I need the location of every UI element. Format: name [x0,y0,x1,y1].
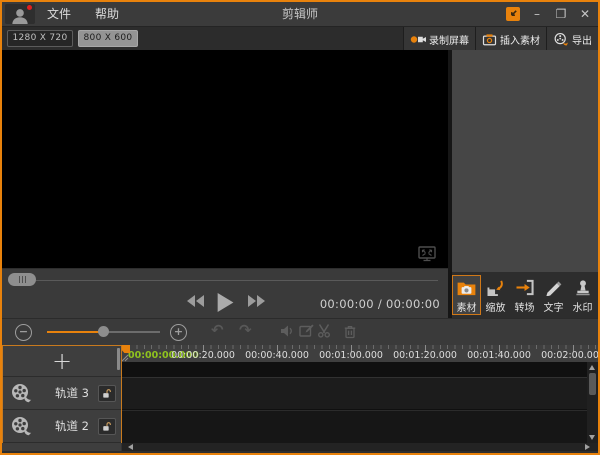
ruler-label: 00:00:40.000 [245,350,309,361]
unlock-icon [102,388,112,399]
time-display: 00:00:00 / 00:00:00 [320,297,440,311]
film-reel-icon [10,383,32,403]
maximize-button[interactable]: ❐ [554,7,568,21]
volume-icon[interactable] [280,324,296,338]
track-label: 轨道 2 [46,418,98,434]
zoom-in-icon[interactable]: + [170,324,187,341]
plus-icon: + [52,348,72,374]
add-track-button[interactable]: + [3,346,121,377]
tab-scale[interactable]: 缩放 [481,275,510,315]
lock-track-button[interactable] [98,385,116,402]
toolbar-actions: 录制屏幕 插入素材 导出 [403,27,598,51]
tab-transition[interactable]: 转场 [510,275,539,315]
scroll-down-icon[interactable] [589,435,595,440]
minimize-button[interactable]: – [530,7,544,21]
insert-material-icon [482,33,497,46]
film-reel-icon [10,416,32,436]
track-panel-footer [2,443,121,451]
watermark-stamp-icon [573,279,593,296]
scroll-right-icon[interactable] [585,444,590,450]
text-pencil-icon [544,279,564,296]
track-row-2[interactable]: 轨道 2 [3,410,121,443]
scroll-up-icon[interactable] [589,365,595,370]
seek-thumb[interactable] [8,273,36,286]
record-screen-label: 录制屏幕 [429,32,469,47]
menu-file[interactable]: 文件 [35,2,83,26]
title-bar: 文件 帮助 剪辑师 – ❐ ✕ [2,2,598,26]
close-button[interactable]: ✕ [578,7,592,21]
ruler-label: 00:01:00.000 [319,350,383,361]
scroll-left-icon[interactable] [128,444,133,450]
unlock-icon [102,421,112,432]
bottom-filler [2,451,598,453]
export-label: 导出 [572,32,592,47]
ruler-corner-grip-icon [121,354,129,362]
cut-icon[interactable] [316,324,332,338]
top-toolbar: 1280 X 720 800 X 600 录制屏幕 插入素材 导出 [2,26,598,50]
resolution-1280x720-button[interactable]: 1280 X 720 [7,30,73,47]
window-controls: – ❐ ✕ [506,2,592,26]
horizontal-scrollbar[interactable] [122,443,598,451]
ruler-label: 00:01:20.000 [393,350,457,361]
undo-icon[interactable]: ↶ [211,321,224,339]
play-icon[interactable] [215,292,235,313]
tab-text[interactable]: 文字 [539,275,568,315]
export-button[interactable]: 导出 [546,27,598,51]
track-list-panel: + 轨道 3 轨道 2 [2,345,122,443]
zoom-slider-thumb[interactable] [98,326,109,337]
record-screen-button[interactable]: 录制屏幕 [403,27,475,51]
timeline-tools-row: − + ↶ ↷ [2,318,598,345]
track-panel-scrollbar[interactable] [117,348,120,370]
transition-icon [515,279,535,296]
lock-track-button[interactable] [98,418,116,435]
rewind-icon[interactable] [185,294,205,308]
tab-watermark-label: 水印 [573,299,593,314]
video-preview [2,50,448,268]
tab-text-label: 文字 [544,299,564,314]
app-window: 文件 帮助 剪辑师 – ❐ ✕ 1280 X 720 800 X 600 录制屏… [0,0,600,455]
seek-track[interactable] [36,280,438,281]
tab-scale-label: 缩放 [486,299,506,314]
pin-window-button[interactable] [506,7,520,21]
tab-transition-label: 转场 [515,299,535,314]
edit-icon[interactable] [299,324,315,338]
tab-material[interactable]: 素材 [452,275,481,315]
app-logo[interactable] [5,4,35,24]
resolution-800x600-button[interactable]: 800 X 600 [78,30,138,47]
zoom-slider-fill [47,331,103,333]
fast-forward-icon[interactable] [247,294,267,308]
track-row-3[interactable]: 轨道 3 [3,377,121,410]
delete-icon[interactable] [343,324,357,339]
vertical-scroll-thumb[interactable] [589,373,596,395]
material-folder-icon [456,280,477,296]
library-tab-bar: 素材 缩放 转场 文字 水印 [452,272,598,318]
redo-icon[interactable]: ↷ [239,321,252,339]
insert-material-label: 插入素材 [500,32,540,47]
export-icon [553,32,569,46]
menu-help[interactable]: 帮助 [83,2,131,26]
record-screen-icon [410,33,426,46]
zoom-out-icon[interactable]: − [15,324,32,341]
zoom-slider-track[interactable] [103,331,160,333]
tab-material-label: 素材 [457,299,477,314]
ruler-label: 00:02:00.000 [541,350,600,361]
scale-icon [486,279,506,296]
track-label: 轨道 3 [46,385,98,401]
notification-dot-icon [27,5,32,10]
tab-watermark[interactable]: 水印 [568,275,597,315]
ruler-label: 00:00:20.000 [171,350,235,361]
seek-bar [2,268,448,290]
insert-material-button[interactable]: 插入素材 [475,27,546,51]
fullscreen-monitor-icon[interactable] [418,246,436,262]
material-library-panel [452,50,598,272]
ruler-label: 00:01:40.000 [467,350,531,361]
transport-controls: 00:00:00 / 00:00:00 [2,290,448,318]
vertical-scrollbar[interactable] [587,362,598,443]
